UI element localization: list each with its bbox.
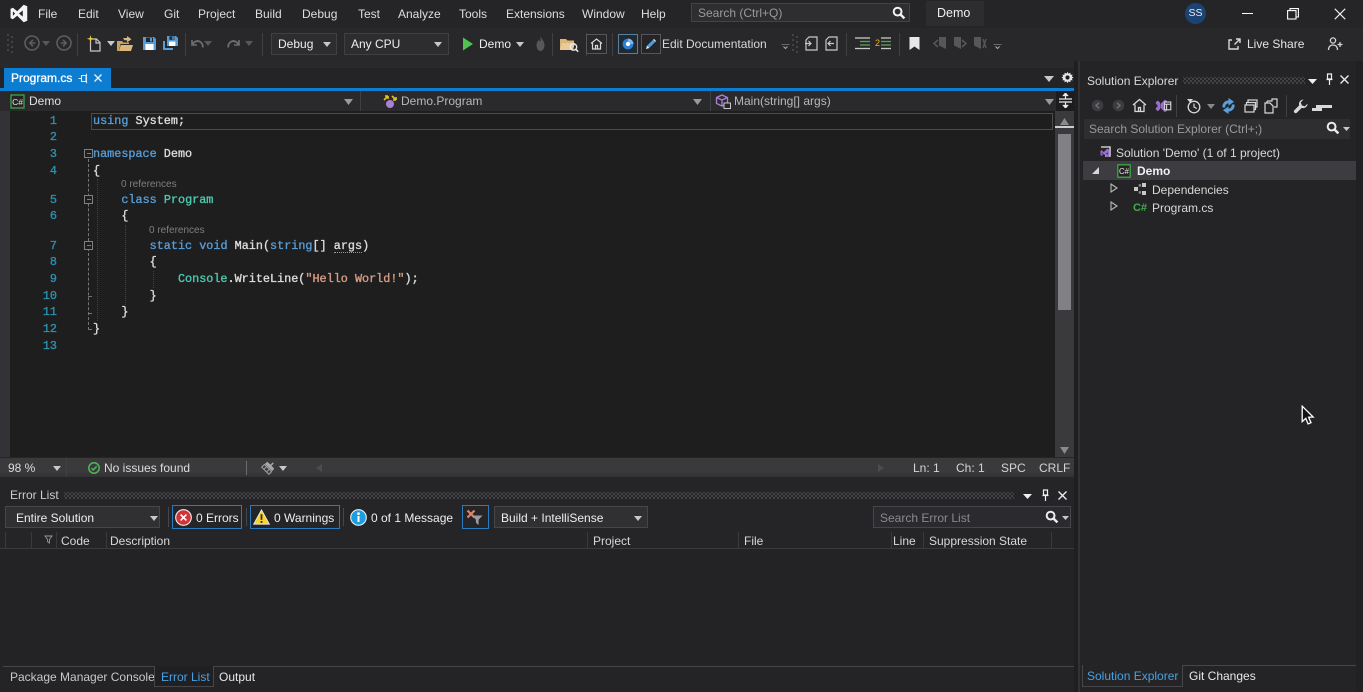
svg-text:C#: C# [1133, 202, 1147, 214]
svg-text:2: 2 [875, 38, 880, 48]
svg-text:C#: C# [12, 97, 23, 107]
svg-text:C#: C# [1119, 167, 1130, 176]
